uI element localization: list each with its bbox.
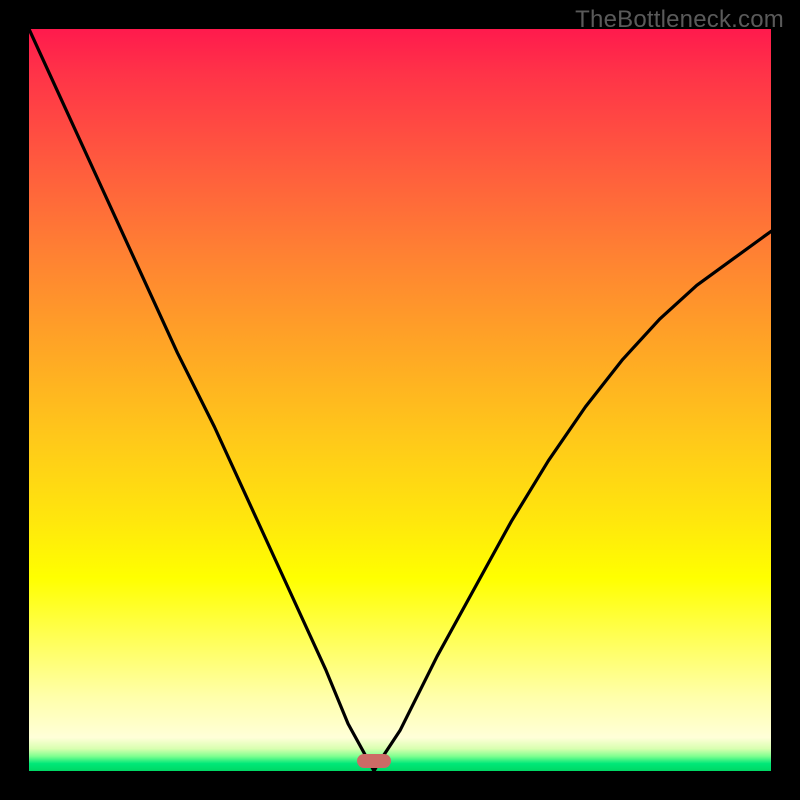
bottleneck-curve <box>29 29 771 771</box>
optimum-marker <box>357 754 391 768</box>
chart-plot-area <box>29 29 771 771</box>
curve-path <box>29 29 771 771</box>
